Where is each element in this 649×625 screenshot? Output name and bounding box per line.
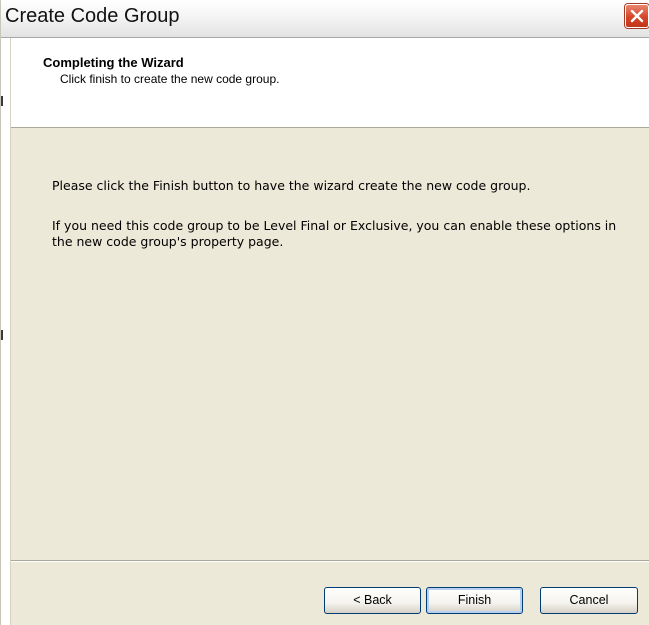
wizard-content: Please click the Finish button to have t… (11, 128, 649, 558)
edge-mark (1, 330, 3, 340)
options-info-text: If you need this code group to be Level … (52, 218, 617, 249)
wizard-header: Completing the Wizard Click finish to cr… (11, 38, 649, 128)
header-subtitle: Click finish to create the new code grou… (60, 72, 280, 86)
create-code-group-dialog: Create Code Group Completing the Wizard … (0, 0, 649, 625)
window-title: Create Code Group (5, 5, 180, 27)
header-title: Completing the Wizard (43, 55, 184, 70)
edge-mark (1, 96, 3, 106)
title-bar[interactable]: Create Code Group (1, 0, 649, 38)
footer-divider (11, 560, 649, 562)
cancel-button[interactable]: Cancel (540, 587, 638, 614)
close-button[interactable] (625, 4, 649, 28)
finish-instruction-text: Please click the Finish button to have t… (52, 178, 531, 193)
back-button[interactable]: < Back (324, 587, 421, 614)
finish-button[interactable]: Finish (426, 587, 523, 614)
